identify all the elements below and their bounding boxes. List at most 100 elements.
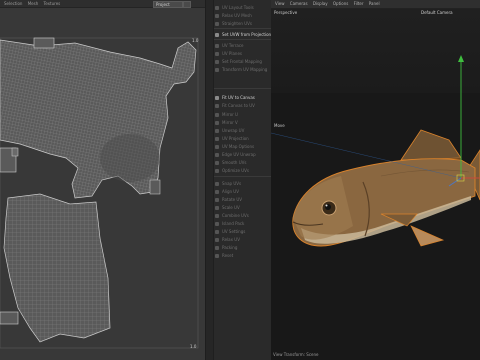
uv-dropdown-chevron-icon[interactable]: [183, 1, 191, 8]
tool-item[interactable]: Align UV: [215, 188, 271, 195]
tool-icon: [215, 68, 219, 72]
tool-item[interactable]: UV Terrace: [215, 42, 271, 49]
tool-label: Set UVW from Projection: [222, 32, 271, 37]
tool-separator: [214, 176, 271, 177]
tool-label: UV Settings: [222, 229, 246, 234]
tool-icon: [215, 238, 219, 242]
tool-label: Unwrap UV: [222, 128, 245, 133]
tool-item[interactable]: Smooth UVs: [215, 159, 271, 166]
tool-label: Snap UVs: [222, 181, 242, 186]
tool-icon: [215, 121, 219, 125]
tool-item[interactable]: UV Planes: [215, 50, 271, 57]
tool-icon: [215, 113, 219, 117]
uv-head-region: [100, 134, 160, 182]
uv-canvas[interactable]: 1.0 1.0: [0, 8, 205, 360]
viewport-canvas[interactable]: [271, 0, 480, 360]
tool-icon: [215, 222, 219, 226]
tool-icon: [215, 52, 219, 56]
tool-separator: [214, 39, 271, 40]
tool-item[interactable]: Scale UV: [215, 204, 271, 211]
tool-separator: [214, 88, 271, 89]
tool-item[interactable]: Straighten UVs: [215, 20, 271, 27]
tool-separator: [214, 28, 271, 29]
tool-item[interactable]: Reset: [215, 252, 271, 259]
tool-item[interactable]: Packing: [215, 244, 271, 251]
tool-item[interactable]: Relax UV: [215, 236, 271, 243]
tool-label: Fit Canvas to UV: [222, 103, 255, 108]
tool-item[interactable]: Set Frontal Mapping: [215, 58, 271, 65]
uv-menu-textures[interactable]: Textures: [44, 0, 61, 7]
uv-tick-top: 1.0: [192, 38, 199, 43]
tool-label: Packing: [222, 245, 238, 250]
tool-label: Reset: [222, 253, 234, 258]
fish-pelvic-fin: [410, 225, 445, 247]
gizmo-y-arrow-icon[interactable]: [458, 55, 464, 62]
tool-icon: [215, 153, 219, 157]
tool-item[interactable]: Transform UV Mapping: [215, 66, 271, 73]
tool-item[interactable]: Fit UV to Canvas: [215, 94, 271, 101]
uv-island-small-1[interactable]: [33, 37, 55, 49]
tool-item[interactable]: Optimize UVs: [215, 167, 271, 174]
tool-icon: [215, 182, 219, 186]
tool-icon: [215, 169, 219, 173]
tool-icon: [215, 246, 219, 250]
tool-icon: [215, 206, 219, 210]
tool-item[interactable]: Fit Canvas to UV: [215, 102, 271, 109]
uv-tick-bottom: 1.0: [190, 344, 197, 349]
tool-icon: [215, 161, 219, 165]
tool-item[interactable]: Relax UV Mesh: [215, 12, 271, 19]
tool-item[interactable]: Edge UV Unwrap: [215, 151, 271, 158]
tool-item[interactable]: Snap UVs: [215, 180, 271, 187]
uv-mode-dropdown[interactable]: Project: [153, 1, 183, 8]
tool-label: Relax UV Mesh: [222, 13, 252, 18]
tool-label: Scale UV: [222, 205, 240, 210]
tool-item[interactable]: Mirror U: [215, 111, 271, 118]
tool-label: Transform UV Mapping: [222, 67, 268, 72]
tool-label: Fit UV to Canvas: [222, 95, 255, 100]
tool-icon: [215, 14, 219, 18]
tool-icon: [215, 198, 219, 202]
tool-item[interactable]: Set UVW from Projection: [215, 31, 271, 38]
tool-label: UV Layout Tools: [222, 5, 254, 10]
uv-editor-panel: Selection Mesh Textures Project 1.0 1.0: [0, 0, 205, 360]
tool-label: Set Frontal Mapping: [222, 59, 262, 64]
tool-label: Edge UV Unwrap: [222, 152, 256, 157]
tool-icon: [215, 145, 219, 149]
fish-dorsal-fin: [400, 129, 462, 161]
tool-icon: [215, 137, 219, 141]
tool-label: Relax UV: [222, 237, 240, 242]
tool-icon: [215, 22, 219, 26]
tool-label: Mirror V: [222, 120, 238, 125]
tool-icon: [215, 214, 219, 218]
tool-item[interactable]: UV Projection: [215, 135, 271, 142]
uv-island-lower-wire: [4, 194, 110, 342]
uv-menu-selection[interactable]: Selection: [4, 0, 22, 7]
uv-tools-column: UV Layout Tools Relax UV Mesh Straighten U…: [205, 0, 273, 360]
tool-item[interactable]: UV Map Options: [215, 143, 271, 150]
tool-label: Smooth UVs: [222, 160, 247, 165]
tool-icon-strip: [206, 0, 214, 360]
tool-item[interactable]: UV Settings: [215, 228, 271, 235]
tool-icon: [215, 104, 219, 108]
tool-item[interactable]: Combine UVs: [215, 212, 271, 219]
tool-item[interactable]: Island Pack: [215, 220, 271, 227]
tool-label: UV Map Options: [222, 144, 255, 149]
tool-label: Combine UVs: [222, 213, 249, 218]
tool-item[interactable]: UV Layout Tools: [215, 4, 271, 11]
tool-label: Straighten UVs: [222, 21, 252, 26]
fish-model[interactable]: [292, 129, 480, 247]
tool-label: Island Pack: [222, 221, 245, 226]
tool-icon: [215, 44, 219, 48]
tool-item[interactable]: Rotate UV: [215, 196, 271, 203]
fish-eye-highlight: [325, 204, 328, 207]
uv-island-small-5[interactable]: [149, 179, 161, 195]
viewport-footer-status: View Transform: Scene: [273, 352, 319, 357]
tool-item[interactable]: Unwrap UV: [215, 127, 271, 134]
tool-icon: [215, 230, 219, 234]
uv-island-small-3[interactable]: [11, 147, 19, 157]
uv-island-small-4[interactable]: [0, 311, 19, 325]
tool-item[interactable]: Mirror V: [215, 119, 271, 126]
viewport-panel[interactable]: View Cameras Display Options Filter Pane…: [271, 0, 480, 360]
tool-icon: [215, 190, 219, 194]
uv-menu-mesh[interactable]: Mesh: [28, 0, 39, 7]
